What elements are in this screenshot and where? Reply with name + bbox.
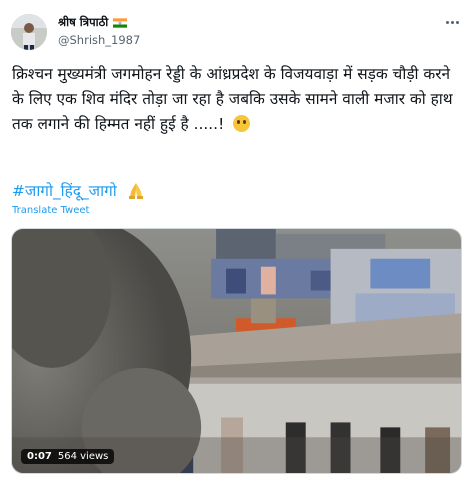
video-thumbnail (12, 229, 461, 473)
video-stats-badge: 0:07 564 views (21, 449, 115, 464)
hashtag-link[interactable]: #जागो_हिंदू_जागो (12, 182, 117, 200)
tweet-text: क्रिश्चन मुख्यमंत्री जगमोहन रेड्डी के आं… (12, 62, 464, 137)
more-options-icon[interactable] (442, 15, 462, 29)
india-flag-icon (113, 17, 128, 28)
video-duration: 0:07 (27, 451, 52, 462)
video-player[interactable]: 0:07 564 views (11, 228, 462, 474)
author-display-name[interactable]: श्रीष त्रिपाठी (58, 15, 108, 30)
thinking-face-icon (233, 115, 251, 132)
translate-tweet-link[interactable]: Translate Tweet (12, 205, 89, 216)
hashtag-line: #जागो_हिंदू_जागो (12, 180, 144, 202)
author-name-row[interactable]: श्रीष त्रिपाठी (58, 15, 128, 30)
video-views: 564 views (57, 451, 109, 462)
avatar[interactable] (11, 14, 47, 50)
author-handle[interactable]: @Shrish_1987 (58, 33, 140, 47)
folded-hands-icon (128, 183, 143, 199)
